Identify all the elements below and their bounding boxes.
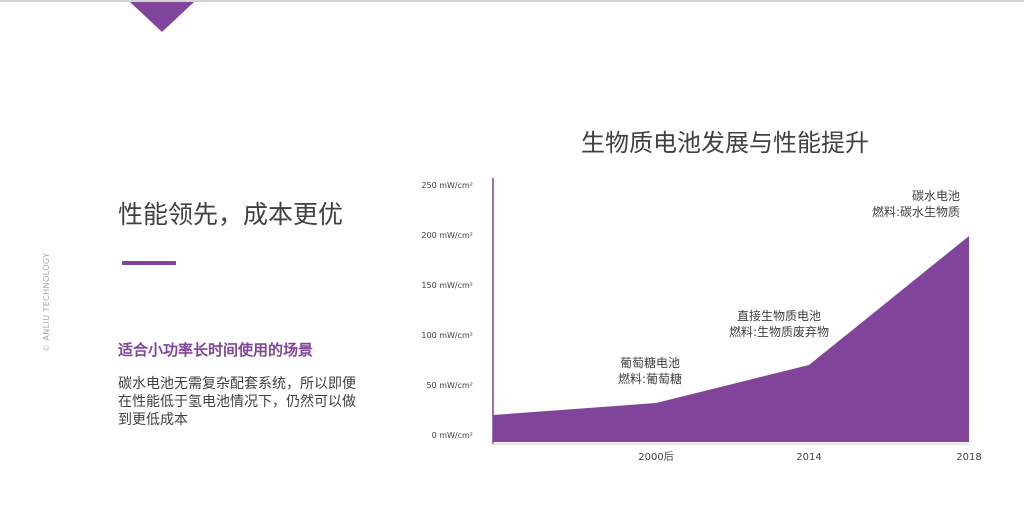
annotation-label: 燃料:生物质废弃物 [729,324,829,339]
annotation-label: 燃料:葡萄糖 [618,371,682,386]
x-tick-label: 2018 [956,452,981,463]
chart-title: 生物质电池发展与性能提升 [581,129,869,157]
y-tick-label: 200 mW/cm² [421,231,473,240]
x-tick-label: 2014 [796,452,821,463]
annotation-label: 直接生物质电池 [737,308,821,323]
area-series [493,236,969,442]
y-tick-label: 100 mW/cm² [421,331,473,340]
section-body-text: 碳水电池无需复杂配套系统，所以即便在性能低于氢电池情况下，仍然可以做到更低成本 [118,376,356,428]
y-tick-label: 50 mW/cm² [426,381,473,390]
watermark-text: © ANLIU TECHNOLOGY [42,252,51,352]
section-title: 性能领先，成本更优 [118,200,344,229]
accent-triangle-shape [130,2,194,32]
x-tick-label: 2000后 [638,451,673,463]
y-tick-label: 250 mW/cm² [421,181,473,190]
annotation-label: 葡萄糖电池 [620,355,680,370]
top-accent-triangle [130,2,194,32]
annotation-label: 碳水电池 [912,189,960,203]
annotation-label: 燃料:碳水生物质 [872,204,960,219]
area-chart: 0 mW/cm² 50 mW/cm² 100 mW/cm² 150 mW/cm² 200… [421,178,982,463]
title-underline-bar [122,261,176,265]
y-tick-label: 0 mW/cm² [432,431,473,440]
section-subtitle: 适合小功率长时间使用的场景 [118,341,314,359]
y-tick-label: 150 mW/cm² [421,281,473,290]
